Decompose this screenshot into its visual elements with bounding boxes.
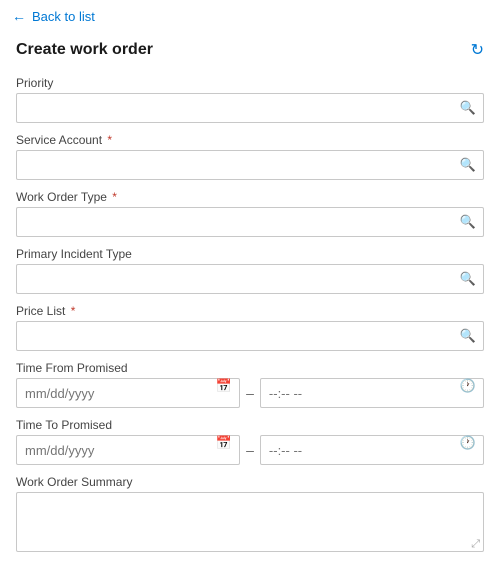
time-from-time-input[interactable]	[260, 378, 484, 408]
priority-input-wrapper: 🔍	[16, 93, 484, 123]
time-to-promised-group: Time To Promised 📅 – 🕐	[16, 418, 484, 465]
time-from-date-wrapper: 📅	[16, 378, 240, 408]
service-account-group: Service Account * 🔍	[16, 133, 484, 180]
time-from-promised-group: Time From Promised 📅 – 🕐	[16, 361, 484, 408]
back-link-label: Back to list	[32, 9, 95, 24]
service-account-input[interactable]	[16, 150, 484, 180]
time-from-row: 📅 – 🕐	[16, 378, 484, 408]
time-to-time-input[interactable]	[260, 435, 484, 465]
primary-incident-type-input-wrapper: 🔍	[16, 264, 484, 294]
price-list-group: Price List * 🔍	[16, 304, 484, 351]
work-order-summary-group: Work Order Summary ⤢	[16, 475, 484, 555]
time-from-time-wrapper: 🕐	[260, 378, 484, 408]
price-list-required: *	[71, 304, 76, 318]
back-to-list-link[interactable]: ← Back to list	[0, 0, 500, 32]
time-from-date-input[interactable]	[16, 378, 240, 408]
time-to-separator: –	[246, 442, 254, 458]
create-work-order-form: Priority 🔍 Service Account * 🔍 Work Orde…	[0, 76, 500, 581]
time-to-time-wrapper: 🕐	[260, 435, 484, 465]
work-order-type-group: Work Order Type * 🔍	[16, 190, 484, 237]
work-order-type-input-wrapper: 🔍	[16, 207, 484, 237]
priority-label: Priority	[16, 76, 484, 90]
refresh-icon[interactable]: ↻	[471, 40, 484, 60]
time-to-date-wrapper: 📅	[16, 435, 240, 465]
time-to-date-input[interactable]	[16, 435, 240, 465]
page-title: Create work order	[16, 41, 153, 59]
price-list-input[interactable]	[16, 321, 484, 351]
primary-incident-type-group: Primary Incident Type 🔍	[16, 247, 484, 294]
work-order-type-input[interactable]	[16, 207, 484, 237]
page-header: Create work order ↻	[0, 32, 500, 76]
priority-group: Priority 🔍	[16, 76, 484, 123]
primary-incident-type-label: Primary Incident Type	[16, 247, 484, 261]
work-order-type-label: Work Order Type *	[16, 190, 484, 204]
work-order-summary-label: Work Order Summary	[16, 475, 484, 489]
service-account-input-wrapper: 🔍	[16, 150, 484, 180]
primary-incident-type-input[interactable]	[16, 264, 484, 294]
price-list-input-wrapper: 🔍	[16, 321, 484, 351]
service-account-label: Service Account *	[16, 133, 484, 147]
work-order-type-required: *	[112, 190, 117, 204]
time-to-promised-label: Time To Promised	[16, 418, 484, 432]
work-order-summary-textarea[interactable]	[16, 492, 484, 552]
back-arrow-icon: ←	[12, 8, 26, 24]
price-list-label: Price List *	[16, 304, 484, 318]
time-from-promised-label: Time From Promised	[16, 361, 484, 375]
service-account-required: *	[107, 133, 112, 147]
time-to-row: 📅 – 🕐	[16, 435, 484, 465]
work-order-summary-wrapper: ⤢	[16, 492, 484, 555]
priority-input[interactable]	[16, 93, 484, 123]
time-from-separator: –	[246, 385, 254, 401]
